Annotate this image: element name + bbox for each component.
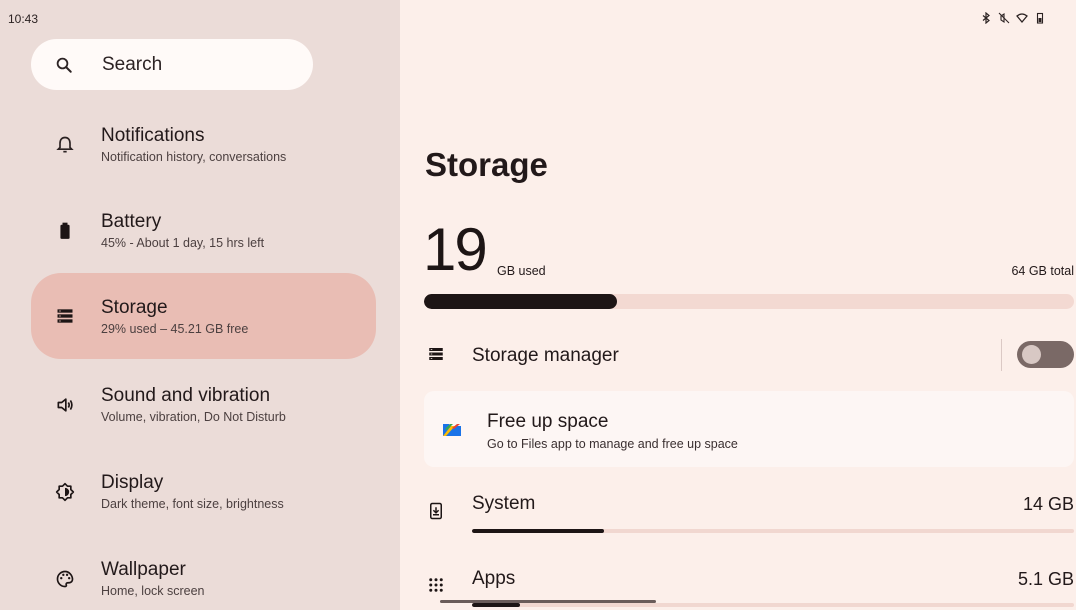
sidebar-item-title: Sound and vibration [101, 385, 271, 406]
gesture-nav-bar[interactable] [440, 600, 656, 603]
sidebar-item-title: Storage [101, 297, 168, 318]
bell-icon [56, 136, 74, 153]
page-title: Storage [425, 146, 548, 183]
sidebar-item-sound[interactable]: Sound and vibration Volume, vibration, D… [31, 373, 376, 459]
storage-icon [429, 348, 443, 360]
sidebar-item-title: Battery [101, 211, 162, 232]
sidebar-item-subtitle: Dark theme, font size, brightness [101, 497, 284, 511]
category-size: 5.1 GB [1017, 569, 1074, 589]
category-usage-fill [472, 603, 521, 607]
storage-manager-toggle[interactable] [1017, 341, 1074, 368]
sidebar-item-wallpaper[interactable]: Wallpaper Home, lock screen [31, 547, 376, 610]
storage-manager-label: Storage manager [472, 345, 619, 366]
sidebar-item-title: Display [101, 472, 164, 493]
settings-sidebar: 10:43 Search Notifications Notification … [0, 0, 400, 610]
free-up-space-title: Free up space [487, 411, 609, 432]
category-label: System [472, 493, 536, 514]
storage-manager-row[interactable]: Storage manager [400, 340, 1076, 372]
storage-page: Storage 19 GB used 64 GB total Storage m… [400, 0, 1076, 610]
storage-usage-bar [424, 294, 1074, 309]
category-usage-bar [472, 529, 1074, 533]
category-row-apps[interactable]: Apps 5.1 GB [400, 564, 1076, 610]
category-size: 14 GB [1022, 494, 1074, 514]
sidebar-item-subtitle: Notification history, conversations [101, 150, 287, 164]
mute-icon [998, 12, 1010, 24]
category-usage-fill [472, 529, 605, 533]
free-up-space-subtitle: Go to Files app to manage and free up sp… [487, 437, 738, 451]
search-bar[interactable]: Search [31, 39, 313, 90]
category-usage-bar [472, 603, 1074, 607]
storage-used-number: 19 [423, 216, 488, 283]
storage-total: 64 GB total [1011, 264, 1074, 278]
apps-grid-icon [429, 578, 443, 592]
speaker-icon [57, 398, 73, 412]
status-time: 10:43 [8, 12, 39, 26]
status-icons [980, 12, 1046, 24]
battery-icon [60, 222, 70, 239]
sidebar-item-subtitle: 29% used – 45.21 GB free [101, 322, 249, 336]
system-update-icon [430, 502, 442, 520]
sidebar-item-title: Wallpaper [101, 559, 186, 580]
wifi-icon [1016, 13, 1028, 24]
free-up-space-card[interactable]: Free up space Go to Files app to manage … [424, 391, 1074, 467]
brightness-icon [55, 482, 75, 502]
storage-used-unit: GB used [497, 264, 546, 278]
category-label: Apps [472, 568, 516, 589]
search-label: Search [102, 54, 163, 75]
storage-usage-fill [424, 294, 618, 309]
toggle-divider [1001, 339, 1002, 371]
palette-icon [56, 570, 74, 588]
bluetooth-icon [982, 12, 990, 24]
sidebar-item-subtitle: 45% - About 1 day, 15 hrs left [101, 236, 265, 250]
storage-icon [57, 309, 73, 323]
sidebar-item-subtitle: Home, lock screen [101, 584, 205, 598]
battery-icon [1036, 12, 1044, 24]
search-icon [56, 57, 72, 73]
sidebar-item-title: Notifications [101, 125, 205, 146]
sidebar-item-notifications[interactable]: Notifications Notification history, conv… [31, 113, 376, 199]
sidebar-item-display[interactable]: Display Dark theme, font size, brightnes… [31, 460, 376, 546]
files-app-icon [443, 424, 461, 436]
toggle-knob [1022, 345, 1041, 364]
category-row-system[interactable]: System 14 GB [400, 489, 1076, 535]
sidebar-item-subtitle: Volume, vibration, Do Not Disturb [101, 410, 286, 424]
sidebar-item-storage[interactable]: Storage 29% used – 45.21 GB free [31, 273, 376, 359]
